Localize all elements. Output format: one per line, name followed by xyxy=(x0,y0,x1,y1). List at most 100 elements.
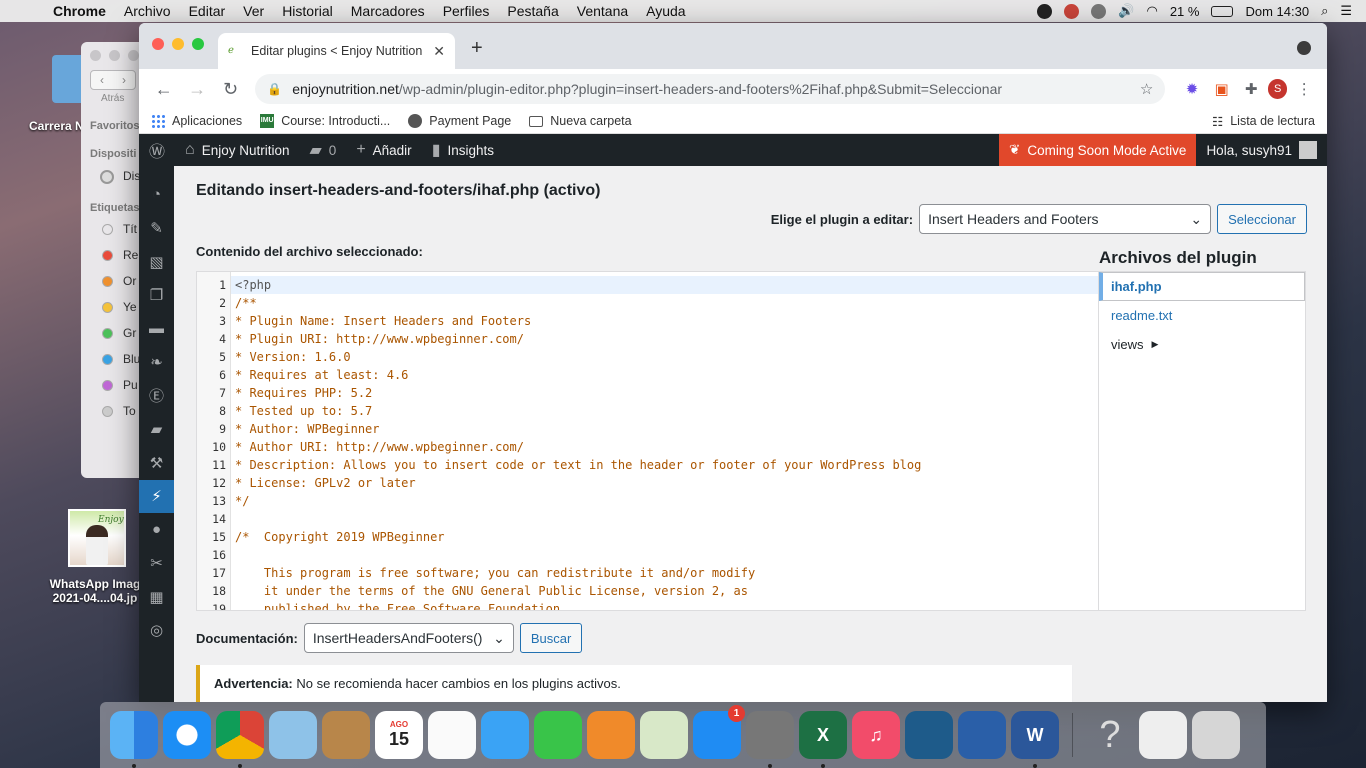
code-line[interactable]: * Tested up to: 5.7 xyxy=(231,402,1098,420)
menu-perfiles[interactable]: Perfiles xyxy=(434,3,499,19)
menubar-clock[interactable]: Dom 14:30 xyxy=(1245,4,1309,19)
code-line[interactable]: * Plugin URI: http://www.wpbeginner.com/ xyxy=(231,330,1098,348)
mail-dock-icon[interactable] xyxy=(269,711,317,759)
contacts-dock-icon[interactable] xyxy=(322,711,370,759)
code-editor[interactable]: 1 2 3 4 5 6 7 8 9 10 11 12 13 14 15 16 17 18 19 <?php/** * … xyxy=(196,271,1099,611)
music-dock-icon[interactable]: ♫ xyxy=(852,711,900,759)
bookmark-payment[interactable]: Payment Page xyxy=(408,114,511,128)
bookmark-course[interactable]: IMU Course: Introducti... xyxy=(260,114,390,128)
new-tab-icon[interactable]: + xyxy=(471,37,483,60)
spotlight-search-icon[interactable]: ⌕ xyxy=(1321,3,1328,19)
app-store-dock-icon[interactable]: 1 xyxy=(693,705,745,759)
add-new-link[interactable]: + Añadir xyxy=(346,134,421,166)
maps-dock-icon[interactable] xyxy=(640,711,688,759)
code-line[interactable]: it under the terms of the GNU General Pu… xyxy=(231,582,1098,600)
comments-icon[interactable]: ▬ xyxy=(139,312,174,346)
tab-search-icon[interactable] xyxy=(1297,41,1311,55)
folder-icon[interactable]: ▰ xyxy=(139,413,174,447)
code-line[interactable]: * Version: 1.6.0 xyxy=(231,348,1098,366)
dropbox-status-icon[interactable] xyxy=(1064,3,1080,19)
coming-soon-badge[interactable]: ❦ Coming Soon Mode Active xyxy=(999,134,1197,166)
select-plugin-button[interactable]: Seleccionar xyxy=(1217,204,1307,234)
desktop-image-thumbnail[interactable]: Enjoy xyxy=(68,509,126,567)
collapse-menu-icon[interactable]: ◎ xyxy=(139,614,174,648)
calendar-dock-icon[interactable]: AGO 15 xyxy=(375,711,423,759)
menu-marcadores[interactable]: Marcadores xyxy=(342,3,434,19)
window-minimize-icon[interactable] xyxy=(172,38,184,50)
menu-ayuda[interactable]: Ayuda xyxy=(637,3,694,19)
finder-zoom-icon[interactable] xyxy=(128,50,139,61)
window-zoom-icon[interactable] xyxy=(192,38,204,50)
photo-app-dock-icon[interactable] xyxy=(905,711,953,759)
mpeg-file-dock-icon[interactable] xyxy=(1139,711,1187,759)
code-line[interactable] xyxy=(231,510,1098,528)
finder-forward-icon[interactable]: › xyxy=(113,71,135,89)
desktop-folder-label[interactable]: Carrera N xyxy=(29,119,84,133)
users-icon[interactable]: ● xyxy=(139,513,174,547)
bookmark-apps[interactable]: Aplicaciones xyxy=(151,114,242,128)
documentation-select[interactable]: InsertHeadersAndFooters() ⌄ xyxy=(303,623,514,653)
tools-wrench-icon[interactable]: ✂ xyxy=(139,547,174,581)
reload-icon[interactable]: ↻ xyxy=(216,74,245,104)
user-account-menu[interactable]: Hola, susyh91 xyxy=(1196,134,1327,166)
sync-status-icon[interactable] xyxy=(1091,3,1107,19)
leaf-icon[interactable]: ❧ xyxy=(139,346,174,380)
bookmark-folder[interactable]: Nueva carpeta xyxy=(529,114,632,128)
quicktime-dock-icon[interactable] xyxy=(958,711,1006,759)
wp-logo[interactable]: Ⓦ xyxy=(139,134,175,166)
finder-tag-item[interactable]: Gr xyxy=(123,326,136,340)
dashboard-icon[interactable]: ◔ xyxy=(139,178,174,212)
messages-dock-icon[interactable] xyxy=(481,711,529,759)
battery-icon[interactable] xyxy=(1211,5,1234,17)
finder-tag-item[interactable]: Pu xyxy=(123,378,138,392)
finder-dock-icon[interactable] xyxy=(110,711,158,768)
folder-item-views[interactable]: views ▶ xyxy=(1099,330,1305,359)
code-line[interactable]: /* Copyright 2019 WPBeginner xyxy=(231,528,1098,546)
lookup-button[interactable]: Buscar xyxy=(519,623,583,653)
plugins-icon[interactable]: ⚡ xyxy=(139,479,174,513)
chrome-dock-icon[interactable] xyxy=(216,711,264,768)
extension-layout-icon[interactable]: ▣ xyxy=(1209,76,1235,102)
word-dock-icon[interactable]: W xyxy=(1011,711,1059,768)
address-bar[interactable]: 🔒 enjoynutrition.net/wp-admin/plugin-edi… xyxy=(255,74,1166,104)
facetime-dock-icon[interactable] xyxy=(534,711,582,759)
menu-archivo[interactable]: Archivo xyxy=(115,3,180,19)
tab-close-icon[interactable]: ✕ xyxy=(433,43,445,60)
reading-list[interactable]: ☷ Lista de lectura xyxy=(1212,114,1315,129)
finder-disk-item[interactable]: Dis xyxy=(123,169,140,183)
finder-tag-item[interactable]: Blu xyxy=(123,352,140,366)
code-line[interactable]: */ xyxy=(231,492,1098,510)
reminders-dock-icon[interactable] xyxy=(428,711,476,759)
address-url[interactable]: enjoynutrition.net/wp-admin/plugin-edito… xyxy=(292,81,1130,97)
menu-editar[interactable]: Editar xyxy=(180,3,235,19)
finder-tag-item[interactable]: To xyxy=(123,404,136,418)
window-close-icon[interactable] xyxy=(152,38,164,50)
finder-nav-buttons[interactable]: ‹ › xyxy=(90,70,136,90)
finder-back-icon[interactable]: ‹ xyxy=(91,71,113,89)
code-line[interactable]: * Requires at least: 4.6 xyxy=(231,366,1098,384)
finder-tag-item[interactable]: Re xyxy=(123,248,138,262)
menu-ventana[interactable]: Ventana xyxy=(568,3,637,19)
plugin-select[interactable]: Insert Headers and Footers ⌄ xyxy=(919,204,1212,234)
code-line[interactable]: * Requires PHP: 5.2 xyxy=(231,384,1098,402)
books-dock-icon[interactable] xyxy=(587,711,635,759)
code-line[interactable]: published by the Free Software Foundatio… xyxy=(231,600,1098,610)
finder-tag-item[interactable]: Ye xyxy=(123,300,137,314)
code-line[interactable]: <?php xyxy=(231,276,1098,294)
question-mark-dock-icon[interactable]: ? xyxy=(1086,711,1134,759)
code-line[interactable]: * Author: WPBeginner xyxy=(231,420,1098,438)
excel-dock-icon[interactable]: X xyxy=(799,711,847,768)
active-tab[interactable]: ℯ Editar plugins < Enjoy Nutrition ✕ xyxy=(218,33,455,69)
finder-tag-item[interactable]: Tít xyxy=(123,222,137,236)
lock-icon[interactable]: 🔒 xyxy=(267,82,282,96)
appearance-brush-icon[interactable]: ⚒ xyxy=(139,446,174,480)
pages-icon[interactable]: ❐ xyxy=(139,279,174,313)
control-center-icon[interactable]: ☰ xyxy=(1340,3,1352,19)
bookmark-star-icon[interactable]: ☆ xyxy=(1140,80,1153,98)
code-line[interactable]: This program is free software; you can r… xyxy=(231,564,1098,582)
menu-pestana[interactable]: Pestaña xyxy=(498,3,567,19)
menu-app-name[interactable]: Chrome xyxy=(44,3,115,19)
settings-icon[interactable]: ▦ xyxy=(139,580,174,614)
code-line[interactable]: /** xyxy=(231,294,1098,312)
volume-icon[interactable]: 🔊 xyxy=(1118,3,1134,19)
